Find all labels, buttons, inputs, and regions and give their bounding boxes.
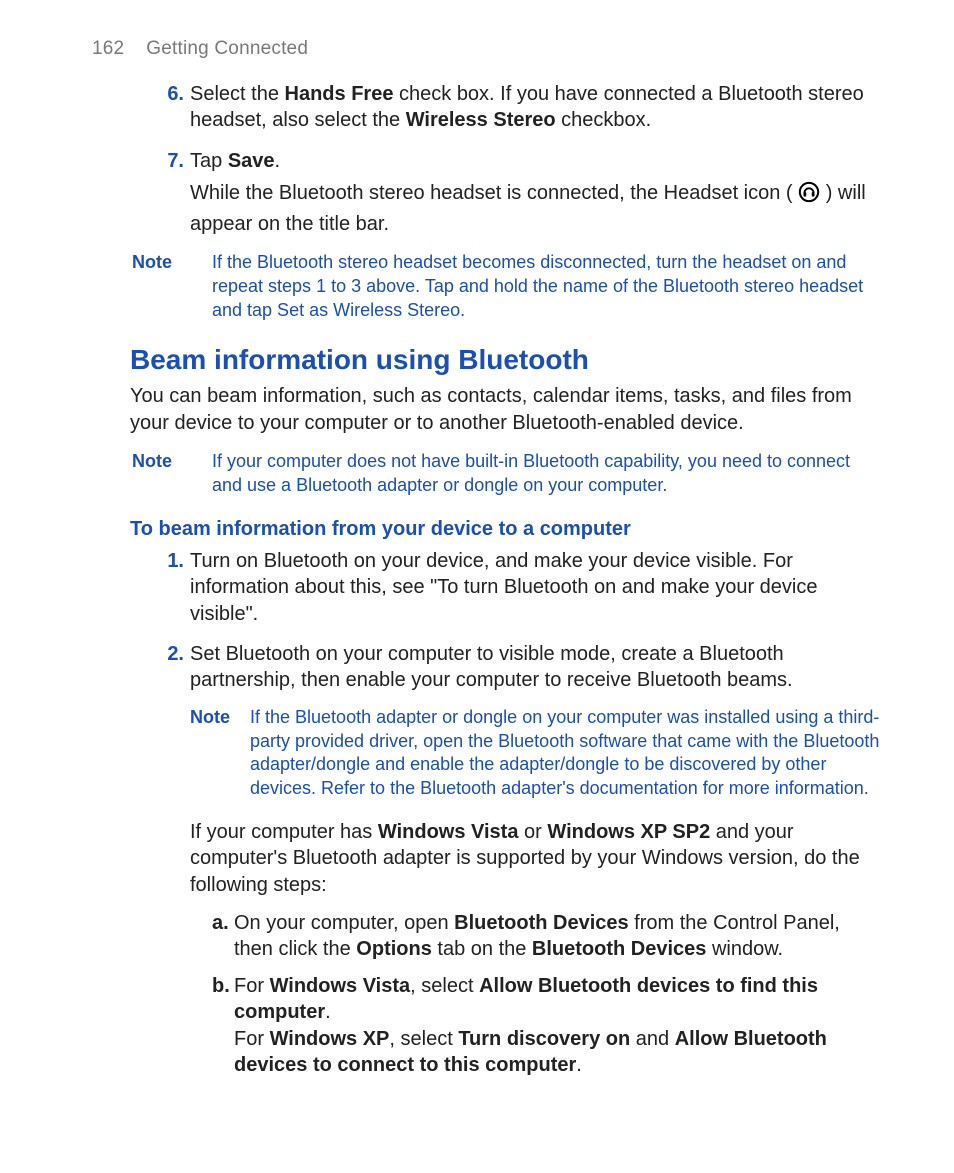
step-6: 6. Select the Hands Free check box. If y…	[158, 81, 882, 134]
step-body: Set Bluetooth on your computer to visibl…	[190, 641, 882, 1088]
headset-icon	[798, 181, 820, 210]
note-block-inner: Note If the Bluetooth adapter or dongle …	[190, 706, 882, 801]
beam-step-1: 1. Turn on Bluetooth on your device, and…	[158, 548, 882, 627]
note-label: Note	[132, 450, 212, 498]
subheading: To beam information from your device to …	[130, 516, 882, 542]
ordered-list-beam: 1. Turn on Bluetooth on your device, and…	[158, 548, 882, 1088]
substep-body: On your computer, open Bluetooth Devices…	[234, 910, 882, 963]
beam-step-2: 2. Set Bluetooth on your computer to vis…	[158, 641, 882, 1088]
step-2-continuation: If your computer has Windows Vista or Wi…	[190, 819, 882, 898]
step-number: 7.	[158, 148, 184, 237]
step-body: Turn on Bluetooth on your device, and ma…	[190, 548, 882, 627]
step-7: 7. Tap Save. While the Bluetooth stereo …	[158, 148, 882, 237]
step-body: Tap Save. While the Bluetooth stereo hea…	[190, 148, 882, 237]
section-heading: Beam information using Bluetooth	[130, 342, 882, 379]
note-body: If your computer does not have built-in …	[212, 450, 882, 498]
substep-body: For Windows Vista, select Allow Bluetoot…	[234, 973, 882, 1079]
substep-b: b. For Windows Vista, select Allow Bluet…	[212, 973, 882, 1079]
page-number: 162	[92, 38, 124, 59]
section-name: Getting Connected	[146, 38, 308, 59]
note-block: Note If your computer does not have buil…	[132, 450, 882, 498]
substep-letter: b.	[212, 973, 234, 1079]
substep-letter: a.	[212, 910, 234, 963]
step-body: Select the Hands Free check box. If you …	[190, 81, 882, 134]
note-label: Note	[190, 706, 250, 801]
note-block: Note If the Bluetooth stereo headset bec…	[132, 251, 882, 322]
section-intro: You can beam information, such as contac…	[130, 383, 882, 436]
step-number: 2.	[158, 641, 184, 1088]
sub-ordered-list: a. On your computer, open Bluetooth Devi…	[212, 910, 882, 1078]
page-header: 162 Getting Connected	[92, 36, 882, 61]
step-number: 6.	[158, 81, 184, 134]
note-body: If the Bluetooth stereo headset becomes …	[212, 251, 882, 322]
substep-a: a. On your computer, open Bluetooth Devi…	[212, 910, 882, 963]
note-label: Note	[132, 251, 212, 322]
note-body: If the Bluetooth adapter or dongle on yo…	[250, 706, 882, 801]
step-number: 1.	[158, 548, 184, 627]
ordered-list-top: 6. Select the Hands Free check box. If y…	[158, 81, 882, 237]
step-7-continuation: While the Bluetooth stereo headset is co…	[190, 180, 882, 237]
